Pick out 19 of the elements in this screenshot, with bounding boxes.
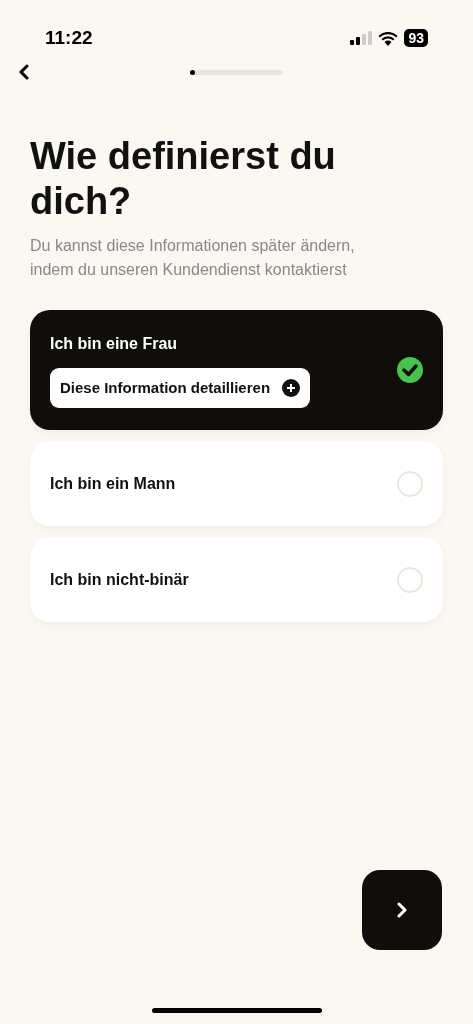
option-label: Ich bin ein Mann xyxy=(50,473,176,494)
battery-level: 93 xyxy=(404,29,428,47)
page-title: Wie definierst du dich? xyxy=(29,134,337,224)
option-card[interactable]: Ich bin eine Frau Diese Information detaillieren xyxy=(30,310,443,430)
radio-icon xyxy=(397,566,423,593)
wifi-icon xyxy=(378,30,399,46)
option-label: Ich bin eine Frau xyxy=(50,334,179,354)
chevron-right-icon xyxy=(396,902,408,918)
check-icon xyxy=(397,357,423,383)
option-card[interactable]: Ich bin nicht-binär xyxy=(30,537,443,622)
next-button[interactable] xyxy=(362,870,442,950)
plus-icon xyxy=(282,379,301,397)
signal-icon xyxy=(350,31,373,45)
option-card[interactable]: Ich bin ein Mann xyxy=(30,441,443,526)
option-label: Ich bin nicht-binär xyxy=(50,569,189,590)
page-subtitle: Du kannst diese Informationen später ändern, indem du unseren Kundendienst kontaktierst xyxy=(29,236,356,280)
detail-button[interactable]: Diese Information detaillieren xyxy=(50,368,311,408)
status-time: 11:22 xyxy=(45,25,93,50)
radio-icon xyxy=(397,470,423,497)
